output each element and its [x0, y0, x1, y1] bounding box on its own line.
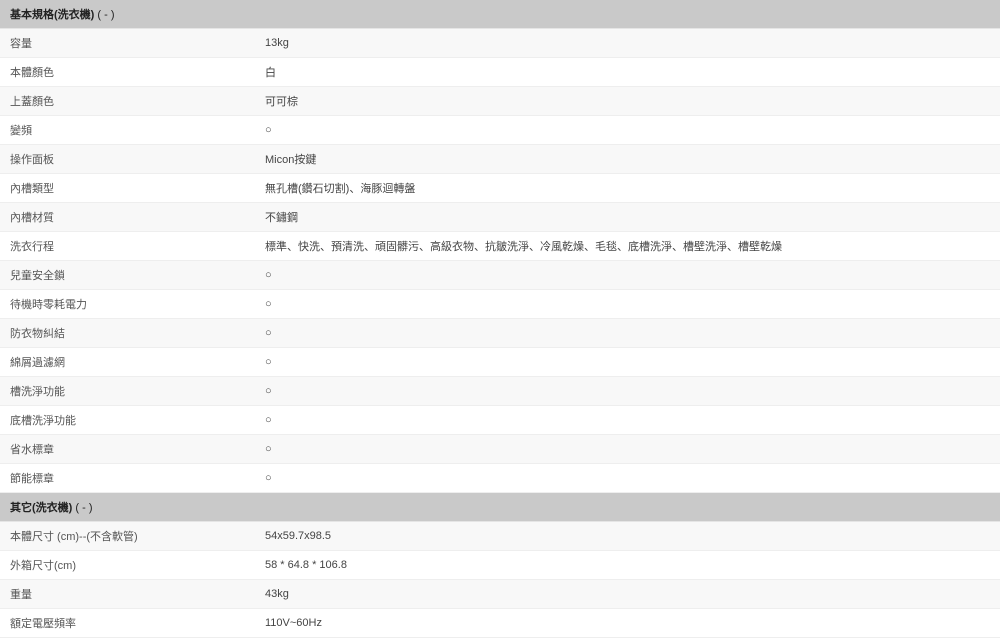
spec-value: ○ [255, 292, 1000, 316]
spec-row: 綿屑過濾網○ [0, 348, 1000, 377]
spec-value: ○ [255, 263, 1000, 287]
spec-label: 省水標章 [0, 435, 255, 463]
spec-label: 變頻 [0, 116, 255, 144]
spec-row: 省水標章○ [0, 435, 1000, 464]
spec-row: 上蓋顏色可可棕 [0, 87, 1000, 116]
section-title: 基本規格(洗衣機) [10, 9, 94, 21]
spec-value: ○ [255, 408, 1000, 432]
spec-value: Micon按鍵 [255, 145, 1000, 173]
spec-label: 本體顏色 [0, 58, 255, 86]
spec-row: 本體顏色白 [0, 58, 1000, 87]
section-header[interactable]: 基本規格(洗衣機) ( - ) [0, 0, 1000, 28]
spec-label: 節能標章 [0, 464, 255, 492]
spec-label: 槽洗淨功能 [0, 377, 255, 405]
collapse-indicator-icon[interactable]: ( - ) [97, 9, 114, 21]
spec-row: 槽洗淨功能○ [0, 377, 1000, 406]
spec-row: 容量13kg [0, 29, 1000, 58]
spec-row: 本體尺寸 (cm)--(不含軟管)54x59.7x98.5 [0, 522, 1000, 551]
spec-value: 不鏽鋼 [255, 203, 1000, 231]
spec-row: 操作面板Micon按鍵 [0, 145, 1000, 174]
spec-label: 洗衣行程 [0, 232, 255, 260]
spec-label: 防衣物糾結 [0, 319, 255, 347]
spec-label: 外箱尺寸(cm) [0, 551, 255, 579]
spec-value: ○ [255, 350, 1000, 374]
spec-label: 底槽洗淨功能 [0, 406, 255, 434]
spec-label: 待機時零耗電力 [0, 290, 255, 318]
spec-row: 額定電壓頻率110V~60Hz [0, 609, 1000, 638]
spec-value: ○ [255, 321, 1000, 345]
spec-row: 內槽類型無孔槽(鑽石切割)、海豚迴轉盤 [0, 174, 1000, 203]
spec-row: 外箱尺寸(cm)58 * 64.8 * 106.8 [0, 551, 1000, 580]
spec-value: 54x59.7x98.5 [255, 524, 1000, 548]
spec-value: 13kg [255, 31, 1000, 55]
spec-value: 白 [255, 58, 1000, 86]
spec-row: 兒童安全鎖○ [0, 261, 1000, 290]
spec-table-container: 基本規格(洗衣機) ( - )容量13kg本體顏色白上蓋顏色可可棕變頻○操作面板… [0, 0, 1000, 638]
spec-value: 標準、快洗、預清洗、頑固髒污、高級衣物、抗皺洗淨、冷風乾燥、毛毯、底槽洗淨、槽壁… [255, 232, 1000, 260]
spec-label: 容量 [0, 29, 255, 57]
section-header[interactable]: 其它(洗衣機) ( - ) [0, 493, 1000, 521]
spec-row: 洗衣行程標準、快洗、預清洗、頑固髒污、高級衣物、抗皺洗淨、冷風乾燥、毛毯、底槽洗… [0, 232, 1000, 261]
spec-value: 58 * 64.8 * 106.8 [255, 553, 1000, 577]
spec-label: 重量 [0, 580, 255, 608]
spec-value: 可可棕 [255, 87, 1000, 115]
section-title: 其它(洗衣機) [10, 502, 72, 514]
spec-value: ○ [255, 118, 1000, 142]
spec-row: 節能標章○ [0, 464, 1000, 493]
spec-label: 內槽材質 [0, 203, 255, 231]
spec-row: 待機時零耗電力○ [0, 290, 1000, 319]
spec-row: 底槽洗淨功能○ [0, 406, 1000, 435]
spec-row: 內槽材質不鏽鋼 [0, 203, 1000, 232]
section-body: 容量13kg本體顏色白上蓋顏色可可棕變頻○操作面板Micon按鍵內槽類型無孔槽(… [0, 28, 1000, 493]
spec-label: 本體尺寸 (cm)--(不含軟管) [0, 522, 255, 550]
spec-value: 無孔槽(鑽石切割)、海豚迴轉盤 [255, 174, 1000, 202]
spec-label: 兒童安全鎖 [0, 261, 255, 289]
spec-value: ○ [255, 379, 1000, 403]
spec-label: 操作面板 [0, 145, 255, 173]
collapse-indicator-icon[interactable]: ( - ) [75, 502, 92, 514]
spec-value: ○ [255, 437, 1000, 461]
spec-value: 43kg [255, 582, 1000, 606]
spec-label: 內槽類型 [0, 174, 255, 202]
spec-label: 額定電壓頻率 [0, 609, 255, 637]
spec-row: 防衣物糾結○ [0, 319, 1000, 348]
section-body: 本體尺寸 (cm)--(不含軟管)54x59.7x98.5外箱尺寸(cm)58 … [0, 521, 1000, 638]
spec-value: ○ [255, 466, 1000, 490]
spec-row: 重量43kg [0, 580, 1000, 609]
spec-row: 變頻○ [0, 116, 1000, 145]
spec-label: 上蓋顏色 [0, 87, 255, 115]
spec-value: 110V~60Hz [255, 611, 1000, 635]
spec-label: 綿屑過濾網 [0, 348, 255, 376]
